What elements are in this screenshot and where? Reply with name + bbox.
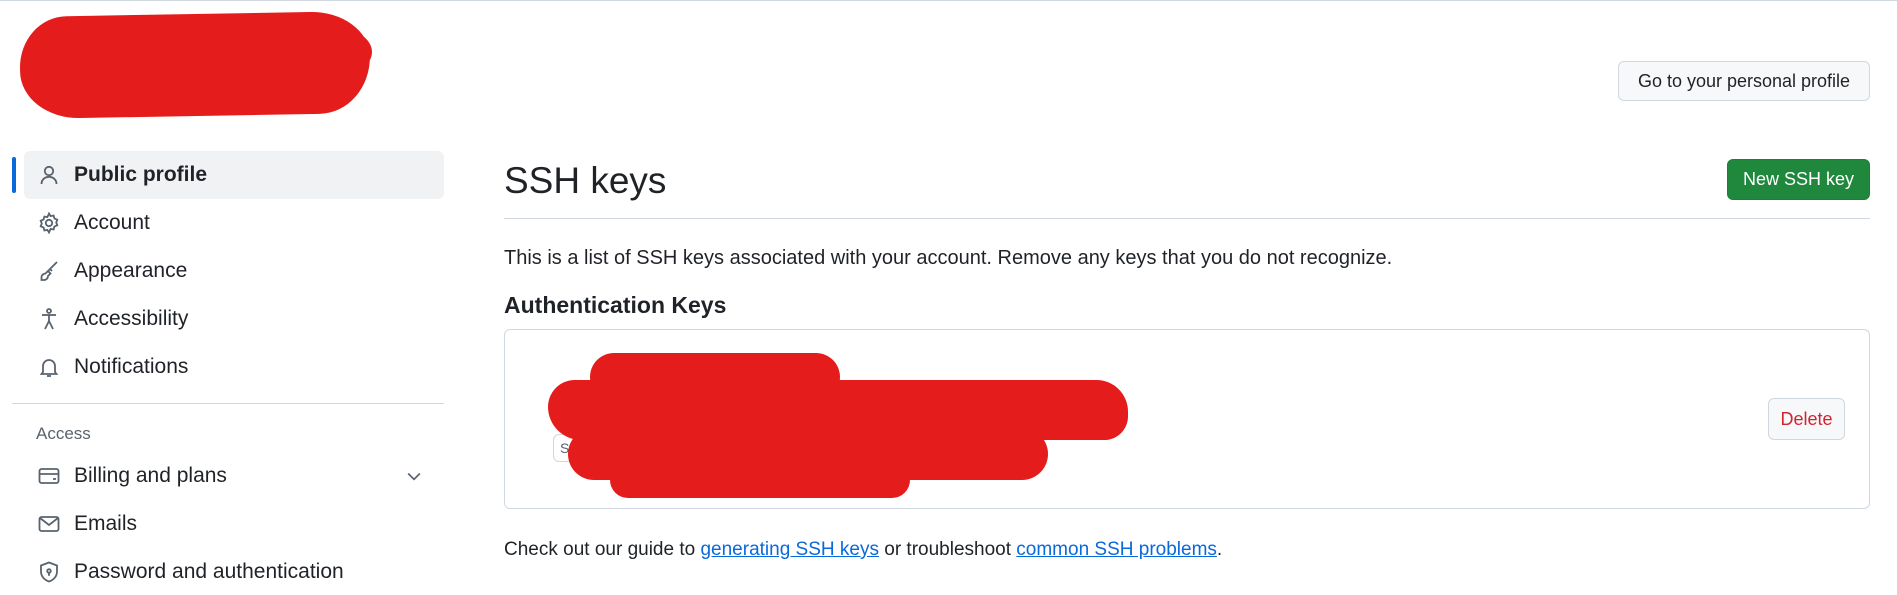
sidebar-item-accessibility[interactable]: Accessibility (12, 295, 446, 343)
sidebar-item-billing[interactable]: Billing and plans (12, 452, 446, 500)
go-to-profile-button[interactable]: Go to your personal profile (1618, 61, 1870, 101)
page-description: This is a list of SSH keys associated wi… (504, 247, 1393, 269)
sidebar-divider (12, 403, 444, 404)
bell-icon (36, 354, 62, 380)
sidebar-item-label: Billing and plans (74, 464, 227, 487)
sidebar-item-emails[interactable]: Emails (12, 500, 446, 548)
sidebar-item-label: Account (74, 211, 150, 234)
top-border (0, 0, 1897, 1)
help-text-prefix: Check out our guide to (504, 539, 701, 560)
authentication-keys-heading: Authentication Keys (504, 292, 727, 318)
sidebar-item-notifications[interactable]: Notifications (12, 343, 446, 391)
mail-icon (36, 511, 62, 537)
sidebar-item-password[interactable]: Password and authentication (12, 548, 446, 595)
settings-sidebar: Public profile Account Appearance Access… (12, 151, 446, 595)
paintbrush-icon (36, 258, 62, 284)
sidebar-section-access: Access (36, 424, 91, 443)
shield-lock-icon (36, 559, 62, 585)
title-row: SSH keys New SSH key (504, 150, 1870, 219)
person-icon (36, 162, 62, 188)
sidebar-item-label: Emails (74, 512, 138, 535)
redacted-header-area-tail (300, 28, 372, 76)
redacted-key-details (610, 462, 910, 498)
help-text-suffix: . (1216, 539, 1223, 560)
help-text: Check out our guide to generating SSH ke… (504, 539, 1870, 561)
sidebar-item-label: Password and authentication (74, 560, 344, 583)
credit-card-icon (36, 463, 62, 489)
sidebar-item-label: Accessibility (74, 307, 189, 330)
new-ssh-key-button[interactable]: New SSH key (1727, 159, 1870, 200)
accessibility-icon (36, 306, 62, 332)
sidebar-item-label: Notifications (74, 355, 189, 378)
sidebar-item-account[interactable]: Account (12, 199, 446, 247)
page-title: SSH keys (504, 160, 667, 201)
sidebar-item-appearance[interactable]: Appearance (12, 247, 446, 295)
generating-ssh-keys-link[interactable]: generating SSH keys (700, 539, 879, 560)
gear-icon (36, 210, 62, 236)
common-ssh-problems-link[interactable]: common SSH problems (1016, 539, 1217, 560)
delete-key-button[interactable]: Delete (1768, 398, 1845, 440)
help-text-middle: or troubleshoot (878, 539, 1017, 560)
chevron-down-icon[interactable] (404, 466, 424, 486)
sidebar-item-label: Public profile (74, 163, 208, 186)
active-indicator (12, 157, 16, 193)
sidebar-item-label: Appearance (74, 259, 188, 282)
sidebar-item-public-profile[interactable]: Public profile (12, 151, 444, 199)
